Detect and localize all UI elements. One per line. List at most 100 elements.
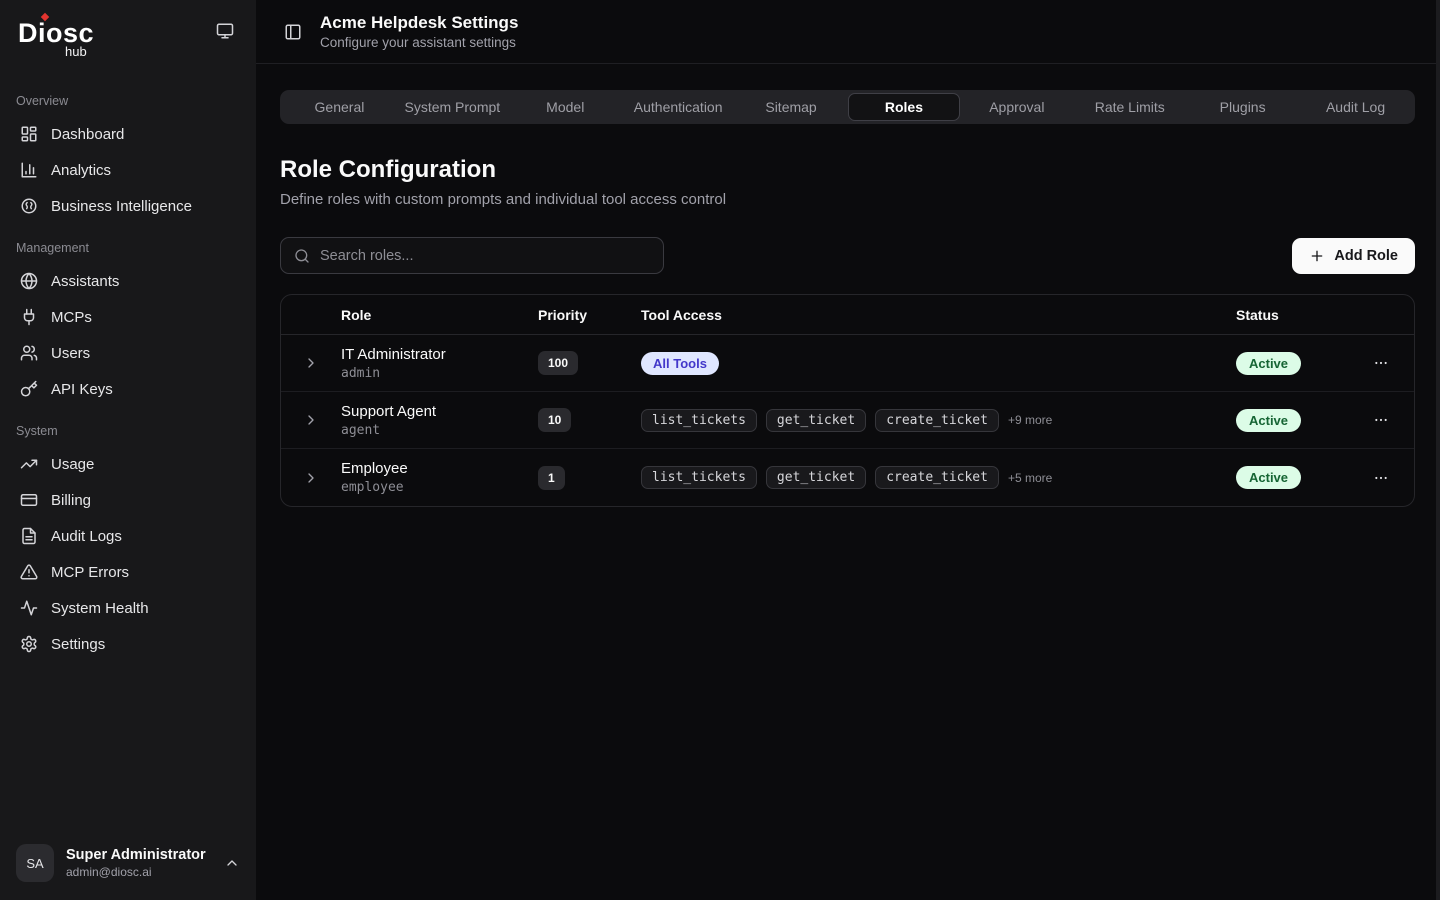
page-title: Role Configuration [280, 156, 1415, 184]
content: General System Prompt Model Authenticati… [256, 64, 1440, 900]
row-menu-button[interactable] [1369, 408, 1393, 432]
logo[interactable]: Diosc hub [18, 18, 94, 66]
sidebar-item-label: Usage [51, 456, 94, 473]
tab-rate-limits[interactable]: Rate Limits [1073, 93, 1186, 121]
tab-audit-log[interactable]: Audit Log [1299, 93, 1412, 121]
plug-icon [20, 308, 38, 326]
row-menu-button[interactable] [1369, 466, 1393, 490]
section-title-system: System [12, 408, 244, 447]
key-icon [20, 380, 38, 398]
sidebar-item-label: MCPs [51, 309, 92, 326]
tool-badge: get_ticket [766, 466, 866, 489]
expand-row-button[interactable] [299, 351, 323, 375]
all-tools-badge: All Tools [641, 352, 719, 375]
role-slug: employee [341, 480, 538, 495]
user-name: Super Administrator [66, 847, 212, 863]
column-header-priority: Priority [538, 307, 641, 323]
sidebar-item-assistants[interactable]: Assistants [12, 264, 244, 298]
table-row-support-agent: Support Agent agent 10 list_tickets get_… [281, 392, 1414, 449]
role-name: Employee [341, 460, 538, 477]
sidebar-item-label: MCP Errors [51, 564, 129, 581]
sidebar-item-business-intelligence[interactable]: Business Intelligence [12, 189, 244, 223]
role-cell: IT Administrator admin [341, 346, 538, 381]
sidebar-item-label: Audit Logs [51, 528, 122, 545]
priority-cell: 100 [538, 351, 641, 375]
priority-cell: 10 [538, 408, 641, 432]
scrollbar[interactable] [1436, 0, 1440, 900]
search-icon [294, 248, 310, 264]
search-roles-input[interactable] [320, 248, 650, 264]
sidebar-item-label: Settings [51, 636, 105, 653]
roles-table: Role Priority Tool Access Status [280, 294, 1415, 507]
page-subtitle: Define roles with custom prompts and ind… [280, 191, 1415, 208]
tab-sitemap[interactable]: Sitemap [735, 93, 848, 121]
sidebar-item-label: Billing [51, 492, 91, 509]
tab-roles[interactable]: Roles [848, 93, 961, 121]
chevron-right-icon [303, 470, 319, 486]
more-tools-label: +9 more [1008, 413, 1052, 427]
table-row-employee: Employee employee 1 list_tickets get_tic… [281, 449, 1414, 506]
tool-badge: list_tickets [641, 409, 757, 432]
status-badge: Active [1236, 352, 1301, 375]
sidebar-item-settings[interactable]: Settings [12, 627, 244, 661]
brain-icon [20, 197, 38, 215]
tab-approval[interactable]: Approval [960, 93, 1073, 121]
search-box[interactable] [280, 237, 664, 274]
tab-general[interactable]: General [283, 93, 396, 121]
add-role-button[interactable]: Add Role [1292, 238, 1415, 274]
column-header-role: Role [341, 307, 538, 323]
section-title-management: Management [12, 225, 244, 264]
tab-system-prompt[interactable]: System Prompt [396, 93, 509, 121]
sidebar-item-system-health[interactable]: System Health [12, 591, 244, 625]
sidebar-item-audit-logs[interactable]: Audit Logs [12, 519, 244, 553]
expand-row-button[interactable] [299, 466, 323, 490]
sidebar-item-users[interactable]: Users [12, 336, 244, 370]
user-email: admin@diosc.ai [66, 865, 212, 879]
activity-icon [20, 599, 38, 617]
priority-badge: 1 [538, 466, 565, 490]
tool-badge: create_ticket [875, 466, 999, 489]
sidebar-item-label: Dashboard [51, 126, 124, 143]
user-meta: Super Administrator admin@diosc.ai [66, 847, 212, 879]
topbar-titles: Acme Helpdesk Settings Configure your as… [320, 13, 518, 50]
priority-badge: 100 [538, 351, 578, 375]
sidebar-item-label: System Health [51, 600, 149, 617]
sidebar-item-mcp-errors[interactable]: MCP Errors [12, 555, 244, 589]
sidebar-item-api-keys[interactable]: API Keys [12, 372, 244, 406]
sidebar: Diosc hub Overview Dashboard [0, 0, 256, 900]
tool-badge: get_ticket [766, 409, 866, 432]
app-root: Diosc hub Overview Dashboard [0, 0, 1440, 900]
expand-row-button[interactable] [299, 408, 323, 432]
sidebar-item-dashboard[interactable]: Dashboard [12, 117, 244, 151]
plus-icon [1309, 248, 1325, 264]
role-cell: Support Agent agent [341, 403, 538, 438]
column-header-status: Status [1236, 307, 1348, 323]
sidebar-toggle-button[interactable] [280, 19, 306, 45]
alert-triangle-icon [20, 563, 38, 581]
tab-model[interactable]: Model [509, 93, 622, 121]
row-menu-button[interactable] [1369, 351, 1393, 375]
more-tools-label: +5 more [1008, 471, 1052, 485]
sidebar-item-billing[interactable]: Billing [12, 483, 244, 517]
sidebar-item-usage[interactable]: Usage [12, 447, 244, 481]
tab-authentication[interactable]: Authentication [622, 93, 735, 121]
role-slug: admin [341, 366, 538, 381]
chevron-up-icon [224, 855, 240, 871]
credit-card-icon [20, 491, 38, 509]
sidebar-item-analytics[interactable]: Analytics [12, 153, 244, 187]
status-badge: Active [1236, 409, 1301, 432]
tab-plugins[interactable]: Plugins [1186, 93, 1299, 121]
chevron-right-icon [303, 412, 319, 428]
roles-toolbar: Add Role [280, 237, 1415, 274]
monitor-icon [216, 22, 234, 40]
user-menu[interactable]: SA Super Administrator admin@diosc.ai [0, 828, 256, 900]
sidebar-item-mcps[interactable]: MCPs [12, 300, 244, 334]
topbar: Acme Helpdesk Settings Configure your as… [256, 0, 1440, 64]
status-cell: Active [1236, 409, 1348, 432]
section-title-overview: Overview [12, 78, 244, 117]
display-mode-button[interactable] [212, 18, 238, 44]
role-cell: Employee employee [341, 460, 538, 495]
tool-access-cell: list_tickets get_ticket create_ticket +5… [641, 466, 1236, 489]
column-header-tool-access: Tool Access [641, 307, 1236, 323]
gear-icon [20, 635, 38, 653]
